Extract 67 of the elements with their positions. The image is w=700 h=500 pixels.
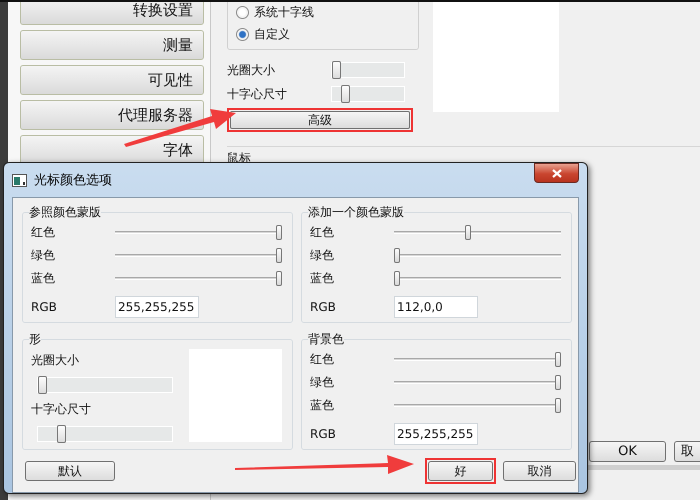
slider-label: 十字心尺寸: [31, 401, 92, 418]
close-button[interactable]: [534, 163, 579, 183]
slider-label: 光圈大小: [31, 352, 80, 369]
slider-track[interactable]: [394, 225, 561, 240]
slider-label: 光圈大小: [227, 62, 276, 78]
rgb-field[interactable]: 112,0,0: [394, 296, 478, 318]
channel-label: 蓝色: [310, 270, 335, 287]
slider-thumb[interactable]: [555, 375, 561, 390]
slider-track[interactable]: [394, 248, 561, 263]
slider-track[interactable]: [394, 352, 561, 367]
slider-thumb[interactable]: [276, 248, 282, 263]
radio-label: 自定义: [254, 26, 290, 43]
slider-thumb[interactable]: [555, 352, 561, 367]
group-title: 添加一个颜色蒙版: [308, 204, 404, 221]
sidebar-item[interactable]: 代理服务器: [20, 100, 204, 130]
slider-track[interactable]: [37, 377, 173, 393]
channel-label: 红色: [31, 224, 56, 241]
channel-label: 红色: [310, 224, 335, 241]
rgb-label: RGB: [31, 300, 58, 314]
rgb-label: RGB: [310, 300, 337, 314]
channel-label: 蓝色: [31, 270, 56, 287]
slider-thumb[interactable]: [38, 376, 47, 394]
slider-thumb[interactable]: [341, 85, 350, 103]
slider-thumb[interactable]: [555, 398, 561, 413]
slider-thumb[interactable]: [394, 271, 400, 286]
channel-label: 绿色: [310, 247, 335, 264]
slider-track[interactable]: [331, 86, 405, 102]
slider-track[interactable]: [115, 225, 282, 240]
radio-button[interactable]: [236, 28, 249, 41]
slider-track[interactable]: [37, 426, 173, 442]
slider-thumb[interactable]: [56, 425, 66, 443]
dialog-button[interactable]: 取: [674, 440, 700, 462]
slider-track[interactable]: [115, 248, 282, 263]
slider-track[interactable]: [115, 271, 282, 286]
channel-label: 绿色: [310, 374, 335, 391]
channel-label: 绿色: [31, 247, 56, 264]
radio-button[interactable]: [236, 6, 249, 19]
group-title: 参照颜色蒙版: [29, 204, 101, 221]
slider-track[interactable]: [394, 271, 561, 286]
rgb-label: RGB: [310, 427, 337, 441]
slider-track[interactable]: [394, 398, 561, 413]
advanced-button[interactable]: 高级: [230, 111, 410, 129]
dialog-button[interactable]: 取消: [503, 461, 576, 481]
sidebar-item[interactable]: 转换设置: [20, 2, 204, 25]
slider-thumb[interactable]: [464, 225, 471, 240]
group-title: 形: [29, 331, 41, 348]
slider-thumb[interactable]: [276, 225, 282, 240]
slider-thumb[interactable]: [332, 61, 341, 79]
slider-label: 十字心尺寸: [227, 86, 288, 102]
slider-track[interactable]: [331, 62, 405, 78]
dialog-button[interactable]: 默认: [25, 461, 115, 481]
dialog-button[interactable]: 好: [428, 461, 493, 481]
channel-label: 蓝色: [310, 397, 335, 414]
group-title: 背景色: [308, 331, 344, 348]
slider-thumb[interactable]: [394, 248, 400, 263]
sidebar-item[interactable]: 可见性: [20, 65, 204, 95]
dialog-button[interactable]: OK: [589, 440, 666, 462]
channel-label: 红色: [310, 351, 335, 368]
rgb-field[interactable]: 255,255,255: [115, 296, 199, 318]
sidebar-item[interactable]: 测量: [20, 30, 204, 60]
window-icon: [12, 174, 27, 186]
slider-thumb[interactable]: [276, 271, 282, 286]
window-title: 光标颜色选项: [34, 172, 113, 189]
close-icon: [552, 168, 562, 178]
radio-label: 系统十字线: [254, 4, 314, 21]
rgb-field[interactable]: 255,255,255: [394, 423, 478, 445]
slider-track[interactable]: [394, 375, 561, 390]
